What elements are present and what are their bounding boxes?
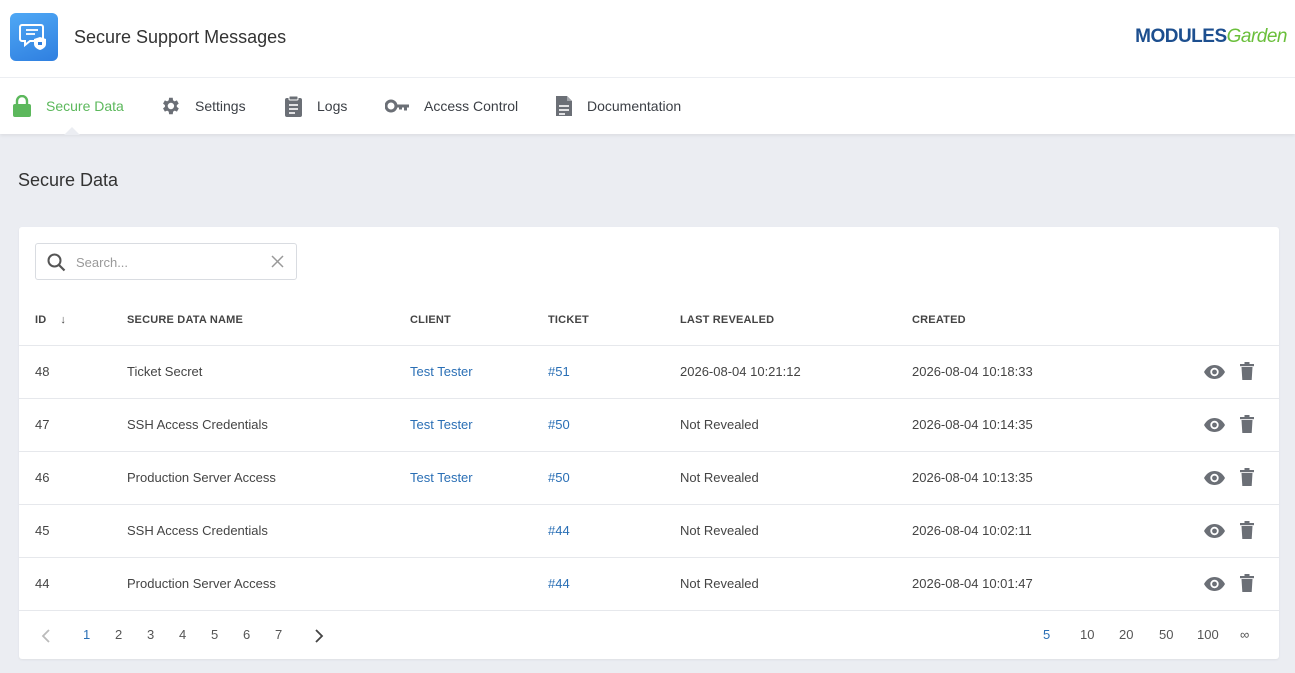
eye-icon[interactable] bbox=[1203, 576, 1226, 592]
cell-secure-data-name: Production Server Access bbox=[127, 470, 276, 485]
table-row: 44 Production Server Access #44 Not Reveale… bbox=[19, 558, 1279, 611]
column-id[interactable]: ID ↓ bbox=[35, 314, 66, 326]
trash-icon[interactable] bbox=[1240, 521, 1254, 539]
search-icon bbox=[47, 253, 66, 272]
app-title: Secure Support Messages bbox=[74, 27, 287, 47]
cell-client[interactable]: Test Tester bbox=[410, 417, 473, 432]
cell-secure-data-name: Production Server Access bbox=[127, 576, 276, 591]
cell-id: 44 bbox=[35, 576, 50, 591]
page-link[interactable]: 2 bbox=[115, 627, 122, 642]
column-secure-data-name[interactable]: Secure Data Name bbox=[127, 314, 243, 326]
pagination: 1 2 3 4 5 6 7 5 10 20 50 100 ∞ bbox=[19, 611, 1279, 659]
table-header: ID ↓ Secure Data Name Client Ticket Last … bbox=[19, 310, 1279, 346]
table-row: 46 Production Server Access Test Tester #50… bbox=[19, 452, 1279, 505]
table-row: 48 Ticket Secret Test Tester #51 2026-08-04 … bbox=[19, 346, 1279, 399]
cell-created: 2026-08-04 10:02:11 bbox=[912, 523, 1032, 538]
page-title: Secure Data bbox=[18, 170, 119, 190]
search-box bbox=[35, 243, 297, 280]
cell-created: 2026-08-04 10:18:33 bbox=[912, 364, 1033, 379]
cell-id: 48 bbox=[35, 364, 50, 379]
key-icon bbox=[385, 99, 409, 113]
close-icon[interactable] bbox=[271, 255, 284, 268]
main-nav: Secure Data Settings Logs Access Control… bbox=[0, 78, 1295, 134]
tab-label: Documentation bbox=[587, 98, 682, 114]
cell-secure-data-name: SSH Access Credentials bbox=[127, 417, 268, 432]
tab-label: Secure Data bbox=[46, 98, 124, 114]
page-link[interactable]: 1 bbox=[83, 627, 90, 642]
cell-client[interactable]: Test Tester bbox=[410, 470, 473, 485]
cell-ticket[interactable]: #50 bbox=[548, 417, 570, 432]
trash-icon[interactable] bbox=[1240, 574, 1254, 592]
cell-id: 45 bbox=[35, 523, 50, 538]
trash-icon[interactable] bbox=[1240, 415, 1254, 433]
column-last-revealed[interactable]: Last Revealed bbox=[680, 314, 774, 326]
column-created[interactable]: Created bbox=[912, 314, 966, 326]
search-input[interactable] bbox=[76, 252, 256, 272]
cell-last-revealed: 2026-08-04 10:21:12 bbox=[680, 364, 801, 379]
tab-secure-data[interactable]: Secure Data bbox=[12, 78, 124, 134]
cell-created: 2026-08-04 10:14:35 bbox=[912, 417, 1033, 432]
cell-created: 2026-08-04 10:01:47 bbox=[912, 576, 1033, 591]
tab-label: Settings bbox=[195, 98, 246, 114]
gear-icon bbox=[163, 97, 179, 115]
page-size-option[interactable]: ∞ bbox=[1240, 627, 1249, 642]
chevron-left-icon[interactable] bbox=[41, 629, 51, 643]
page-size-option[interactable]: 50 bbox=[1159, 627, 1173, 642]
page-size-option[interactable]: 5 bbox=[1043, 627, 1050, 642]
eye-icon[interactable] bbox=[1203, 523, 1226, 539]
cell-secure-data-name: Ticket Secret bbox=[127, 364, 203, 379]
document-icon bbox=[556, 96, 572, 116]
cell-last-revealed: Not Revealed bbox=[680, 523, 759, 538]
cell-ticket[interactable]: #44 bbox=[548, 576, 570, 591]
top-bar: Secure Support Messages MODULESGarden bbox=[0, 0, 1295, 78]
tab-access-control[interactable]: Access Control bbox=[385, 78, 518, 134]
tab-label: Access Control bbox=[424, 98, 519, 114]
cell-last-revealed: Not Revealed bbox=[680, 470, 759, 485]
page-link[interactable]: 4 bbox=[179, 627, 186, 642]
app-logo-icon bbox=[10, 13, 58, 61]
secure-data-card: ID↓ Secure Data Name Client Ticket Last … bbox=[19, 227, 1279, 659]
page-size-option[interactable]: 10 bbox=[1080, 627, 1094, 642]
sort-desc-icon: ↓ bbox=[60, 314, 67, 326]
cell-client[interactable]: Test Tester bbox=[410, 364, 473, 379]
cell-id: 46 bbox=[35, 470, 50, 485]
table-row: 45 SSH Access Credentials #44 Not Revealed 2… bbox=[19, 505, 1279, 558]
tab-settings[interactable]: Settings bbox=[159, 78, 246, 134]
tab-documentation[interactable]: Documentation bbox=[555, 78, 681, 134]
cell-created: 2026-08-04 10:13:35 bbox=[912, 470, 1033, 485]
modulesgarden-logo: MODULESGarden bbox=[1135, 26, 1287, 47]
cell-ticket[interactable]: #44 bbox=[548, 523, 570, 538]
eye-icon[interactable] bbox=[1203, 364, 1226, 380]
column-client[interactable]: Client bbox=[410, 314, 451, 326]
cell-last-revealed: Not Revealed bbox=[680, 417, 759, 432]
tab-label: Logs bbox=[317, 98, 348, 114]
eye-icon[interactable] bbox=[1203, 470, 1226, 486]
page-size-option[interactable]: 100 bbox=[1197, 627, 1219, 642]
lock-icon bbox=[13, 95, 31, 117]
column-ticket[interactable]: Ticket bbox=[548, 314, 589, 326]
cell-ticket[interactable]: #50 bbox=[548, 470, 570, 485]
table-row: 47 SSH Access Credentials Test Tester #50 No… bbox=[19, 399, 1279, 452]
page-size-option[interactable]: 20 bbox=[1119, 627, 1133, 642]
page-link[interactable]: 7 bbox=[275, 627, 282, 642]
cell-secure-data-name: SSH Access Credentials bbox=[127, 523, 268, 538]
page-link[interactable]: 6 bbox=[243, 627, 250, 642]
cell-ticket[interactable]: #51 bbox=[548, 364, 570, 379]
eye-icon[interactable] bbox=[1203, 417, 1226, 433]
cell-id: 47 bbox=[35, 417, 50, 432]
clipboard-icon bbox=[285, 95, 302, 117]
chevron-right-icon[interactable] bbox=[314, 629, 324, 643]
page-link[interactable]: 3 bbox=[147, 627, 154, 642]
cell-last-revealed: Not Revealed bbox=[680, 576, 759, 591]
trash-icon[interactable] bbox=[1240, 362, 1254, 380]
tab-logs[interactable]: Logs bbox=[284, 78, 347, 134]
active-tab-indicator bbox=[64, 127, 80, 135]
page-link[interactable]: 5 bbox=[211, 627, 218, 642]
trash-icon[interactable] bbox=[1240, 468, 1254, 486]
